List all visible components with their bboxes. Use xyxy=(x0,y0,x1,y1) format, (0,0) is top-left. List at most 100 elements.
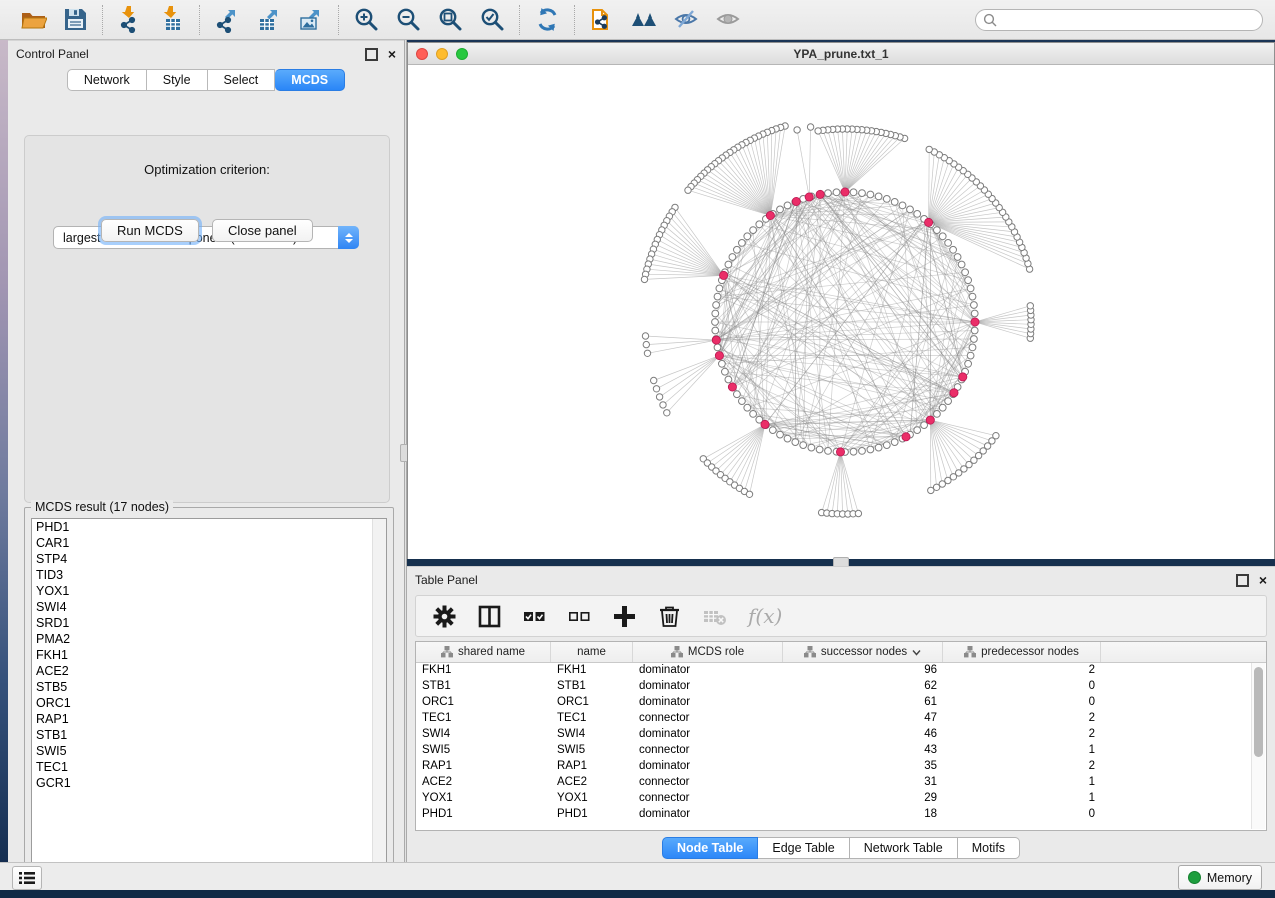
export-network-icon[interactable] xyxy=(213,6,241,34)
table-cell: 0 xyxy=(943,679,1101,695)
delete-column-icon[interactable] xyxy=(655,602,683,630)
share-document-icon[interactable] xyxy=(588,6,616,34)
table-row[interactable]: ORC1ORC1dominator610 xyxy=(416,695,1266,711)
column-header-predecessor-nodes[interactable]: predecessor nodes xyxy=(943,642,1101,662)
import-network-icon[interactable] xyxy=(116,6,144,34)
table-row[interactable]: ACE2ACE2connector311 xyxy=(416,775,1266,791)
mcds-result-item[interactable]: ORC1 xyxy=(32,695,386,711)
network-graph-canvas[interactable] xyxy=(408,65,1274,559)
first-neighbors-icon[interactable] xyxy=(630,6,658,34)
toolbar-group xyxy=(102,5,199,35)
memory-button[interactable]: Memory xyxy=(1178,865,1262,890)
table-cell: PHD1 xyxy=(416,807,551,823)
table-row[interactable]: TEC1TEC1connector472 xyxy=(416,711,1266,727)
table-cell: ACE2 xyxy=(416,775,551,791)
mcds-result-item[interactable]: FKH1 xyxy=(32,647,386,663)
mcds-result-item[interactable]: GCR1 xyxy=(32,775,386,791)
table-cell: connector xyxy=(633,791,783,807)
mcds-result-item[interactable]: SWI4 xyxy=(32,599,386,615)
import-table-icon[interactable] xyxy=(158,6,186,34)
search-icon xyxy=(983,13,997,27)
tab-mcds[interactable]: MCDS xyxy=(275,69,345,91)
open-file-icon[interactable] xyxy=(19,6,47,34)
mcds-result-item[interactable]: SRD1 xyxy=(32,615,386,631)
split-panel-icon[interactable] xyxy=(475,602,503,630)
column-header-shared-name[interactable]: shared name xyxy=(416,642,551,662)
mcds-result-item[interactable]: PHD1 xyxy=(32,519,386,535)
network-window-title: YPA_prune.txt_1 xyxy=(408,47,1274,61)
mcds-result-item[interactable]: TEC1 xyxy=(32,759,386,775)
table-cell: 2 xyxy=(943,663,1101,679)
tab-node-table[interactable]: Node Table xyxy=(662,837,758,859)
mcds-list-scrollbar[interactable] xyxy=(372,519,386,873)
export-image-icon[interactable] xyxy=(297,6,325,34)
refresh-layout-icon[interactable] xyxy=(533,6,561,34)
scrollbar-thumb[interactable] xyxy=(1254,667,1263,757)
table-cell: dominator xyxy=(633,679,783,695)
table-cell: YOX1 xyxy=(416,791,551,807)
mcds-result-item[interactable]: CAR1 xyxy=(32,535,386,551)
mcds-result-item[interactable]: YOX1 xyxy=(32,583,386,599)
table-row[interactable]: STB1STB1dominator620 xyxy=(416,679,1266,695)
select-all-icon[interactable] xyxy=(520,602,548,630)
mcds-result-list[interactable]: PHD1CAR1STP4TID3YOX1SWI4SRD1PMA2FKH1ACE2… xyxy=(31,518,387,874)
tab-network-table[interactable]: Network Table xyxy=(850,837,958,859)
mcds-result-item[interactable]: STB5 xyxy=(32,679,386,695)
tab-edge-table[interactable]: Edge Table xyxy=(758,837,849,859)
zoom-in-icon[interactable] xyxy=(352,6,380,34)
table-cell: dominator xyxy=(633,663,783,679)
float-panel-icon[interactable] xyxy=(365,48,378,61)
close-table-panel-icon[interactable]: × xyxy=(1259,576,1267,585)
tab-network[interactable]: Network xyxy=(67,69,147,91)
table-row[interactable]: YOX1YOX1connector291 xyxy=(416,791,1266,807)
table-cell: ACE2 xyxy=(551,775,633,791)
column-header-MCDS-role[interactable]: MCDS role xyxy=(633,642,783,662)
zoom-fit-icon[interactable] xyxy=(436,6,464,34)
node-table-scrollbar[interactable] xyxy=(1251,663,1265,829)
table-row[interactable]: FKH1FKH1dominator962 xyxy=(416,663,1266,679)
column-header-successor-nodes[interactable]: successor nodes xyxy=(783,642,943,662)
table-cell: connector xyxy=(633,775,783,791)
table-row[interactable]: PHD1PHD1dominator180 xyxy=(416,807,1266,823)
column-header-name[interactable]: name xyxy=(551,642,633,662)
table-cell: 29 xyxy=(783,791,943,807)
mcds-result-item[interactable]: RAP1 xyxy=(32,711,386,727)
table-row[interactable]: SWI4SWI4dominator462 xyxy=(416,727,1266,743)
memory-status-icon xyxy=(1188,871,1201,884)
show-graphics-details-icon[interactable] xyxy=(714,6,742,34)
table-row[interactable]: RAP1RAP1dominator352 xyxy=(416,759,1266,775)
optimization-criterion-dropdown[interactable]: largest connected component (undirected) xyxy=(53,226,359,249)
mcds-result-item[interactable]: STP4 xyxy=(32,551,386,567)
task-history-button[interactable] xyxy=(12,866,42,890)
zoom-selected-icon[interactable] xyxy=(478,6,506,34)
save-session-icon[interactable] xyxy=(61,6,89,34)
mcds-result-item[interactable]: PMA2 xyxy=(32,631,386,647)
tab-select[interactable]: Select xyxy=(208,69,276,91)
table-cell: 2 xyxy=(943,727,1101,743)
table-row[interactable]: SWI5SWI5connector431 xyxy=(416,743,1266,759)
close-panel-button[interactable]: Close panel xyxy=(212,219,313,242)
add-column-icon[interactable] xyxy=(610,602,638,630)
table-cell: SWI5 xyxy=(551,743,633,759)
export-table-icon[interactable] xyxy=(255,6,283,34)
float-table-panel-icon[interactable] xyxy=(1236,574,1249,587)
mcds-result-item[interactable]: SWI5 xyxy=(32,743,386,759)
search-input[interactable] xyxy=(975,9,1263,31)
status-bar: Memory xyxy=(0,862,1275,890)
table-cell: STB1 xyxy=(416,679,551,695)
close-panel-icon[interactable]: × xyxy=(388,50,396,59)
run-mcds-button[interactable]: Run MCDS xyxy=(101,219,199,242)
settings-gear-icon[interactable] xyxy=(430,602,458,630)
deselect-all-icon[interactable] xyxy=(565,602,593,630)
table-cell: 0 xyxy=(943,807,1101,823)
tab-motifs[interactable]: Motifs xyxy=(958,837,1020,859)
mcds-result-item[interactable]: STB1 xyxy=(32,727,386,743)
table-panel-tabs: Node TableEdge TableNetwork TableMotifs xyxy=(407,833,1275,863)
hide-graphics-details-icon[interactable] xyxy=(672,6,700,34)
search-container xyxy=(975,9,1263,31)
table-cell: dominator xyxy=(633,695,783,711)
tab-style[interactable]: Style xyxy=(147,69,208,91)
zoom-out-icon[interactable] xyxy=(394,6,422,34)
mcds-result-item[interactable]: TID3 xyxy=(32,567,386,583)
mcds-result-item[interactable]: ACE2 xyxy=(32,663,386,679)
